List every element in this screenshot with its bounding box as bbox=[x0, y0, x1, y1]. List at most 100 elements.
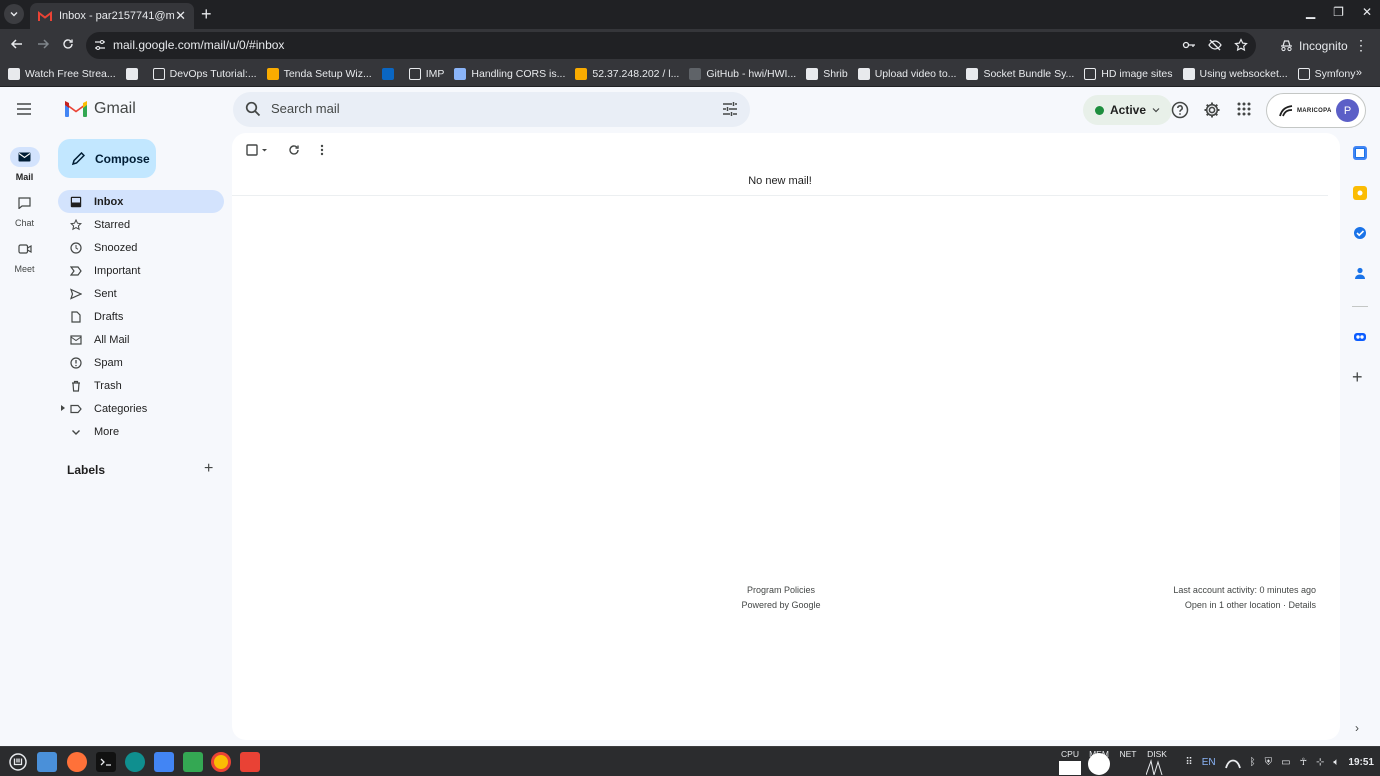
status-dot bbox=[1095, 105, 1104, 115]
search-icon[interactable] bbox=[245, 101, 261, 117]
browser-menu-icon[interactable]: ⋮ bbox=[1354, 37, 1368, 54]
terminal-icon[interactable] bbox=[96, 752, 116, 772]
new-tab-button[interactable]: + bbox=[201, 5, 212, 23]
app-icon[interactable] bbox=[125, 752, 145, 772]
refresh-icon[interactable] bbox=[288, 144, 300, 156]
keep-icon[interactable] bbox=[1353, 186, 1367, 200]
nav-item-starred[interactable]: Starred bbox=[58, 213, 224, 236]
minimize-icon[interactable]: ▁ bbox=[1306, 5, 1315, 19]
nav-item-drafts[interactable]: Drafts bbox=[58, 305, 224, 328]
bookmark-item[interactable]: Upload video to... bbox=[857, 67, 956, 80]
select-all-checkbox[interactable] bbox=[246, 144, 270, 156]
site-info-icon[interactable] bbox=[94, 39, 106, 51]
search-input[interactable] bbox=[271, 101, 671, 116]
compose-button[interactable]: Compose bbox=[58, 139, 156, 178]
account-switcher[interactable]: MARICOPA P bbox=[1266, 93, 1366, 128]
nav-item-label: All Mail bbox=[94, 333, 130, 346]
rail-label: Chat bbox=[14, 218, 34, 228]
window-close-icon[interactable]: ✕ bbox=[1362, 5, 1372, 19]
nav-item-spam[interactable]: Spam bbox=[58, 351, 224, 374]
footer-policies: Program Policies Powered by Google bbox=[692, 583, 870, 613]
get-addons-icon[interactable]: + bbox=[1352, 368, 1363, 386]
back-icon[interactable] bbox=[10, 37, 24, 51]
clock[interactable]: 19:51 bbox=[1348, 757, 1374, 768]
apps-grid-icon[interactable] bbox=[1236, 101, 1252, 117]
bookmark-item[interactable]: GitHub - hwi/HWI... bbox=[689, 67, 796, 80]
bookmark-item[interactable]: Tenda Setup Wiz... bbox=[266, 67, 372, 80]
firefox-icon[interactable] bbox=[67, 752, 87, 772]
status-button[interactable]: Active bbox=[1083, 95, 1173, 125]
zoom-addon-icon[interactable] bbox=[1353, 330, 1367, 344]
program-policies-link[interactable]: Program Policies bbox=[747, 585, 815, 595]
contacts-icon[interactable] bbox=[1353, 266, 1367, 280]
bookmark-item[interactable]: Shrib bbox=[806, 67, 848, 80]
more-options-icon[interactable] bbox=[320, 144, 324, 156]
tasks-icon[interactable] bbox=[1353, 226, 1367, 240]
bluetooth-icon[interactable]: ᛒ bbox=[1250, 757, 1256, 768]
reload-icon[interactable] bbox=[61, 37, 75, 51]
search-options-icon[interactable] bbox=[722, 102, 738, 116]
bookmark-item[interactable]: Watch Free Strea... bbox=[8, 67, 116, 80]
expand-caret-icon[interactable] bbox=[61, 405, 65, 411]
bookmark-item[interactable] bbox=[125, 67, 143, 80]
rail-item-chat[interactable]: Chat bbox=[0, 193, 49, 228]
nav-item-sent[interactable]: Sent bbox=[58, 282, 224, 305]
incognito-indicator[interactable]: Incognito bbox=[1268, 32, 1360, 59]
rail-item-meet[interactable]: Meet bbox=[0, 239, 49, 274]
browser-tab[interactable]: Inbox - par2157741@maricopa.edu ✕ bbox=[30, 3, 194, 29]
chevron-right-icon[interactable]: › bbox=[1355, 721, 1359, 735]
bookmark-item[interactable]: 52.37.248.202 / l... bbox=[575, 67, 679, 80]
eye-off-icon[interactable] bbox=[1208, 38, 1222, 52]
bookmark-star-icon[interactable] bbox=[1234, 38, 1248, 52]
bookmark-item[interactable]: Socket Bundle Sy... bbox=[966, 67, 1074, 80]
maximize-icon[interactable]: ❐ bbox=[1333, 5, 1344, 19]
disk-monitor: DISK bbox=[1144, 749, 1170, 775]
image-viewer-icon[interactable] bbox=[240, 752, 260, 772]
start-menu-icon[interactable] bbox=[8, 752, 28, 772]
files-icon[interactable] bbox=[154, 752, 174, 772]
create-label-button[interactable]: + bbox=[204, 461, 213, 477]
bookmark-item[interactable]: DevOps Tutorial:... bbox=[152, 67, 257, 80]
forward-icon[interactable] bbox=[36, 37, 50, 51]
accessibility-icon[interactable]: ☥ bbox=[1300, 757, 1307, 768]
nav-item-inbox[interactable]: Inbox bbox=[58, 190, 224, 213]
display-icon[interactable]: ▭ bbox=[1281, 757, 1290, 768]
gmail-logo[interactable]: Gmail bbox=[64, 100, 136, 118]
bookmark-item[interactable]: Using websocket... bbox=[1182, 67, 1288, 80]
nav-item-important[interactable]: Important bbox=[58, 259, 224, 282]
settings-gear-icon[interactable] bbox=[1203, 101, 1221, 119]
bookmark-item[interactable]: Symfony bbox=[1297, 67, 1355, 80]
calendar-icon[interactable] bbox=[1353, 146, 1367, 160]
key-icon[interactable] bbox=[1182, 38, 1196, 52]
shield-icon[interactable]: ⛨ bbox=[1265, 757, 1273, 768]
nav-item-snoozed[interactable]: Snoozed bbox=[58, 236, 224, 259]
avatar[interactable]: P bbox=[1336, 99, 1359, 122]
rail-item-mail[interactable]: Mail bbox=[0, 147, 49, 182]
chrome-icon[interactable] bbox=[211, 752, 231, 772]
address-bar[interactable]: mail.google.com/mail/u/0/#inbox bbox=[86, 32, 1256, 59]
volume-icon[interactable]: 🔈︎ bbox=[1333, 757, 1339, 768]
show-desktop-icon[interactable] bbox=[37, 752, 57, 772]
bookmarks-overflow-icon[interactable]: » bbox=[1356, 67, 1362, 79]
help-icon[interactable] bbox=[1171, 101, 1189, 119]
shield-app-icon[interactable] bbox=[183, 752, 203, 772]
bookmark-item[interactable]: IMP bbox=[408, 67, 444, 80]
nav-item-all-mail[interactable]: All Mail bbox=[58, 328, 224, 351]
nav-item-trash[interactable]: Trash bbox=[58, 374, 224, 397]
nav-item-more[interactable]: More bbox=[58, 420, 224, 443]
keyboard-layout[interactable]: EN bbox=[1202, 757, 1216, 768]
bookmark-item[interactable]: HD image sites bbox=[1084, 67, 1173, 80]
main-menu-icon[interactable] bbox=[16, 102, 32, 116]
nav-item-categories[interactable]: Categories bbox=[58, 397, 224, 420]
details-link[interactable]: Details bbox=[1288, 600, 1316, 610]
network-icon[interactable]: ⊹ bbox=[1316, 757, 1324, 768]
bookmark-item[interactable] bbox=[381, 67, 399, 80]
tab-search-button[interactable] bbox=[4, 4, 24, 24]
search-bar[interactable] bbox=[233, 92, 750, 127]
update-manager-icon[interactable] bbox=[1224, 755, 1241, 769]
bookmark-item[interactable]: Handling CORS is... bbox=[454, 67, 565, 80]
gmail-wordmark: Gmail bbox=[94, 100, 136, 117]
tab-close-icon[interactable]: ✕ bbox=[175, 8, 186, 24]
workspace-grid-icon[interactable]: ⠿ bbox=[1185, 757, 1192, 768]
chat-icon bbox=[18, 197, 31, 209]
